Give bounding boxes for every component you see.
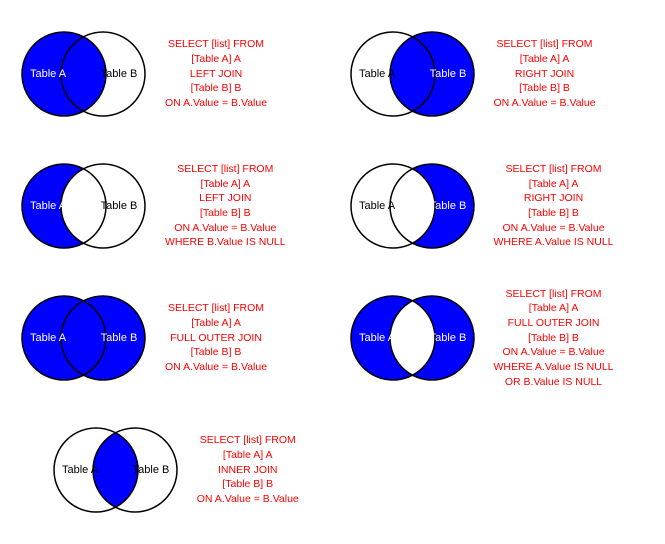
full-outer-sql: SELECT [list] FROM [Table A] A FULL OUTE… <box>165 301 267 374</box>
left-join-sql: SELECT [list] FROM [Table A] A LEFT JOIN… <box>165 37 267 110</box>
table-a-label: Table A <box>358 200 395 212</box>
right-only-sql: SELECT [list] FROM [Table A] A RIGHT JOI… <box>494 162 614 250</box>
inner-join-sql: SELECT [list] FROM [Table A] A INNER JOI… <box>197 433 299 506</box>
left-join-cell: Table A Table B SELECT [list] FROM [Tabl… <box>4 8 333 140</box>
table-b-label: Table B <box>429 200 466 212</box>
left-only-cell: Table A Table B SELECT [list] FROM [Tabl… <box>4 140 333 272</box>
right-join-diagram: Table A Table B <box>335 24 490 124</box>
table-b-label: Table B <box>101 332 138 344</box>
full-outer-null-cell: Table A Table B SELECT [list] FROM [Tabl… <box>333 272 662 404</box>
full-outer-cell: Table A Table B SELECT [list] FROM [Tabl… <box>4 272 333 404</box>
table-b-label: Table B <box>132 464 169 476</box>
table-a-label: Table A <box>30 200 67 212</box>
full-outer-null-diagram: Table A Table B <box>335 288 490 388</box>
table-b-label: Table B <box>101 200 138 212</box>
left-join-diagram: Table A Table B <box>6 24 161 124</box>
table-a-label: Table A <box>358 332 395 344</box>
table-a-label: Table A <box>358 68 395 80</box>
full-outer-null-sql: SELECT [list] FROM [Table A] A FULL OUTE… <box>494 287 614 390</box>
table-b-label: Table B <box>101 68 138 80</box>
right-only-cell: Table A Table B SELECT [list] FROM [Tabl… <box>333 140 662 272</box>
right-join-sql: SELECT [list] FROM [Table A] A RIGHT JOI… <box>494 37 596 110</box>
table-b-label: Table B <box>429 332 466 344</box>
inner-join-diagram: Table A Table B <box>38 420 193 520</box>
right-join-cell: Table A Table B SELECT [list] FROM [Tabl… <box>333 8 662 140</box>
table-a-label: Table A <box>30 68 67 80</box>
left-only-sql: SELECT [list] FROM [Table A] A LEFT JOIN… <box>165 162 286 250</box>
table-a-label: Table A <box>30 332 67 344</box>
table-b-label: Table B <box>429 68 466 80</box>
main-container: Table A Table B SELECT [list] FROM [Tabl… <box>0 0 665 544</box>
right-only-diagram: Table A Table B <box>335 156 490 256</box>
inner-join-cell: Table A Table B SELECT [list] FROM [Tabl… <box>4 404 333 536</box>
left-only-diagram: Table A Table B <box>6 156 161 256</box>
table-a-label: Table A <box>62 464 99 476</box>
full-outer-diagram: Table A Table B <box>6 288 161 388</box>
